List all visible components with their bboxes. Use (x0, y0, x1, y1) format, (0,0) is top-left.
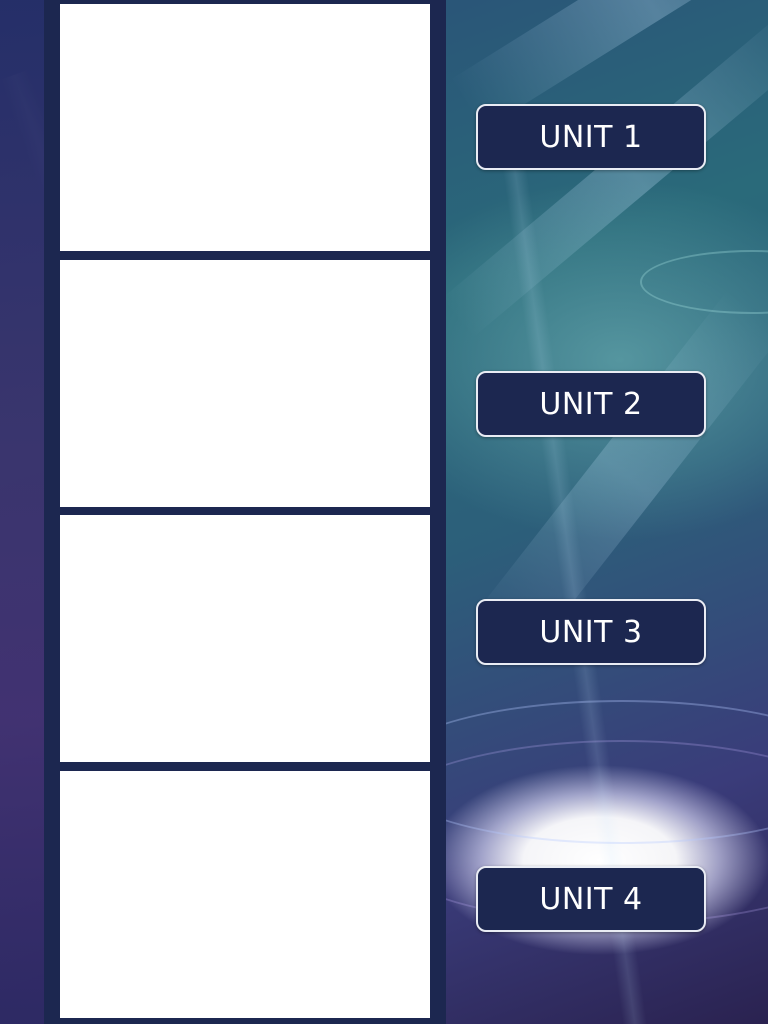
light-ray (440, 4, 768, 339)
content-panel-column (44, 0, 446, 1024)
left-background-strip (0, 0, 44, 1024)
unit-2-button[interactable]: UNIT 2 (476, 371, 706, 437)
content-card-4 (60, 771, 430, 1018)
content-card-3 (60, 515, 430, 762)
unit-4-button[interactable]: UNIT 4 (476, 866, 706, 932)
content-card-1 (60, 4, 430, 251)
light-ring (640, 250, 768, 314)
background-stage: UNIT 1 UNIT 2 UNIT 3 UNIT 4 (0, 0, 768, 1024)
unit-1-button[interactable]: UNIT 1 (476, 104, 706, 170)
unit-3-button[interactable]: UNIT 3 (476, 599, 706, 665)
content-card-2 (60, 260, 430, 507)
